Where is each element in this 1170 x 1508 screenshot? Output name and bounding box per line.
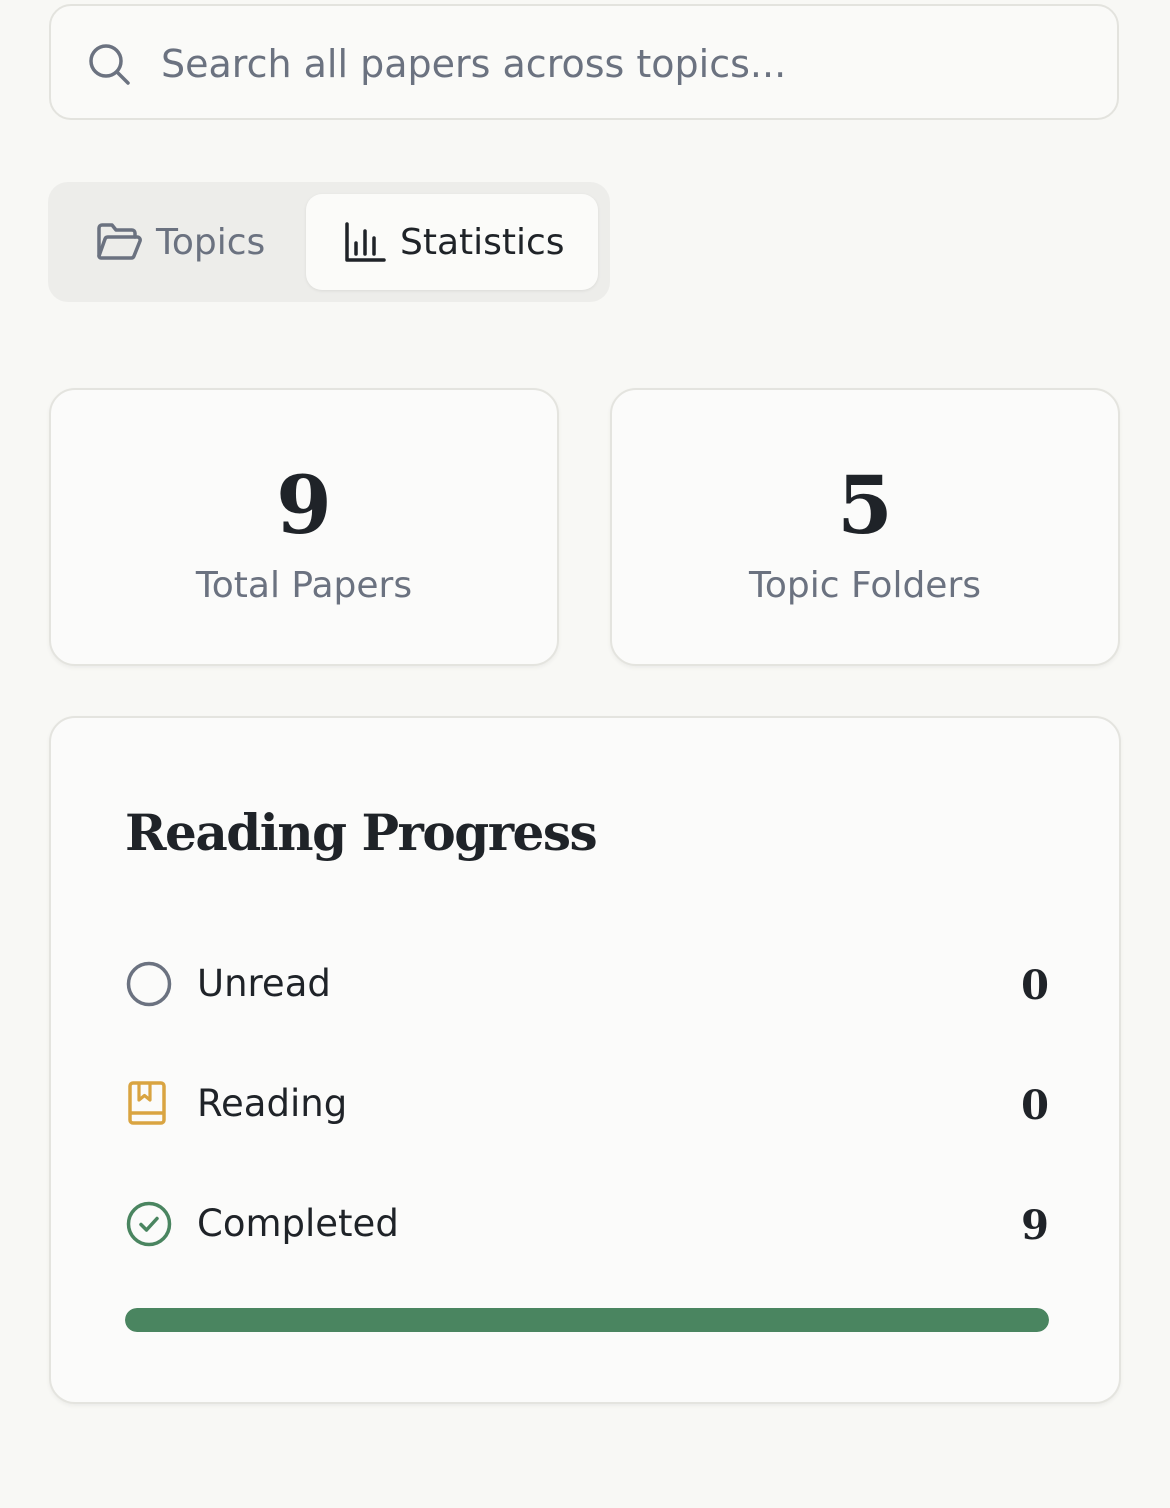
view-tabs: Topics Statistics [48,182,610,302]
search-icon [89,44,130,85]
folder-open-icon [97,223,142,260]
tab-statistics[interactable]: Statistics [306,194,598,290]
status-label-completed: Completed [197,1202,399,1245]
reading-progress-card: Reading Progress Unread 0 Reading 0 Comp… [49,716,1121,1404]
reading-progress-title: Reading Progress [125,803,598,862]
topic-folders-label: Topic Folders [749,565,981,606]
tab-topics-label: Topics [156,221,266,263]
status-count-unread: 0 [1021,962,1049,1009]
topic-folders-value: 5 [837,458,893,552]
status-label-unread: Unread [197,962,331,1005]
total-papers-label: Total Papers [195,565,413,606]
status-count-completed: 9 [1021,1202,1049,1249]
search-input[interactable] [161,26,1061,102]
status-row-unread: Unread 0 [125,954,1049,1014]
status-row-completed: Completed 9 [125,1194,1049,1254]
empty-circle-icon [126,961,172,1007]
status-row-reading: Reading 0 [125,1074,1049,1134]
total-papers-card: 9 Total Papers [49,388,559,666]
tab-topics[interactable]: Topics [60,194,300,290]
progress-bar [125,1308,1049,1332]
status-count-reading: 0 [1021,1082,1049,1129]
topic-folders-card: 5 Topic Folders [610,388,1120,666]
book-bookmark-icon [128,1081,166,1125]
status-label-reading: Reading [197,1082,348,1125]
check-circle-icon [126,1201,172,1247]
total-papers-value: 9 [276,458,332,552]
progress-bar-fill [125,1308,1049,1332]
tab-statistics-label: Statistics [400,221,565,263]
search-bar[interactable] [49,4,1119,120]
bar-chart-icon [345,222,386,262]
